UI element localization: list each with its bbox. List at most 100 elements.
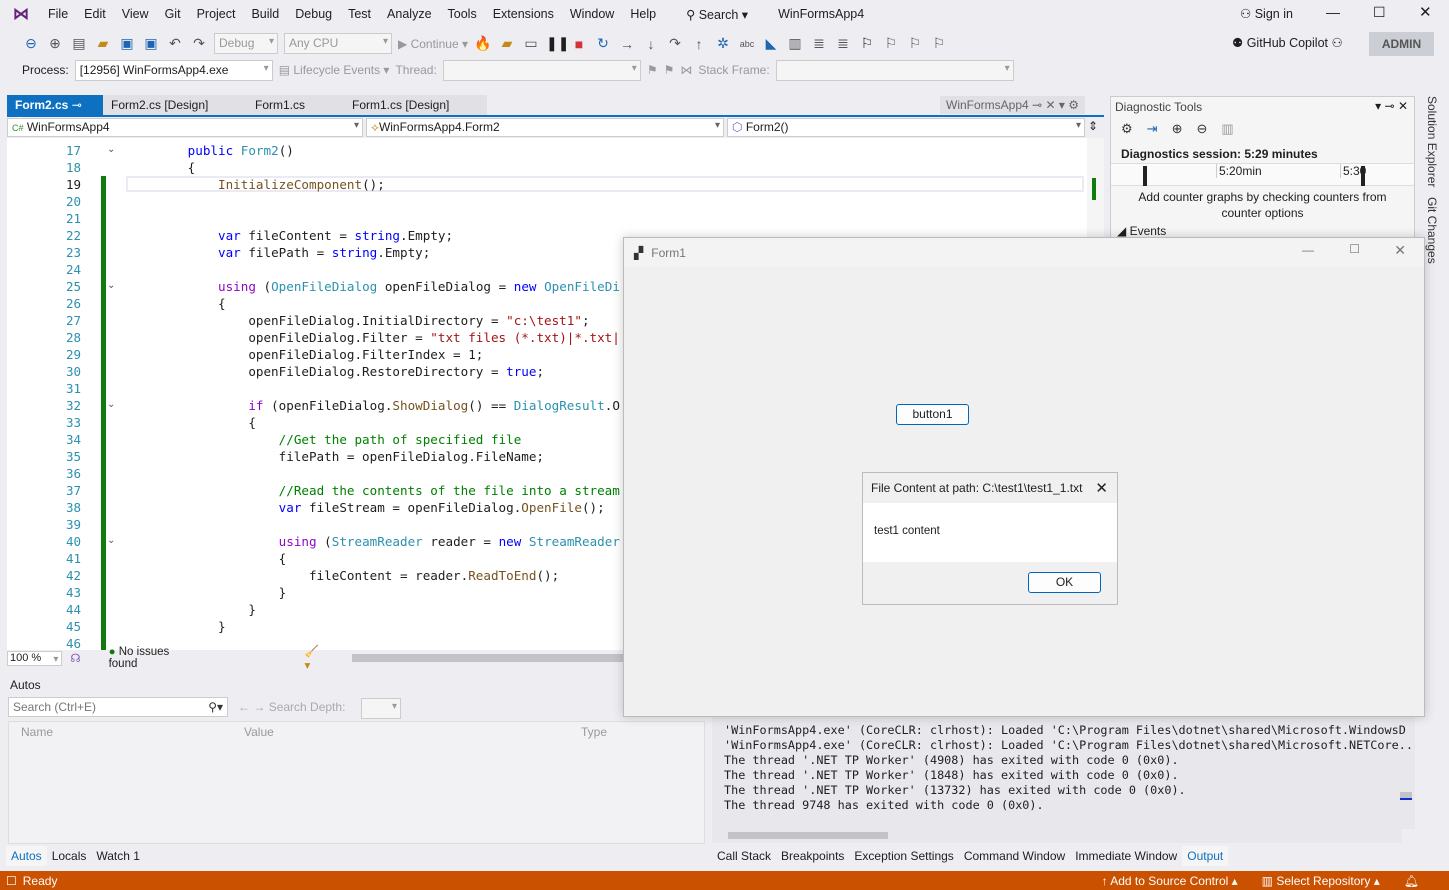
pause-icon[interactable]: ❚❚ bbox=[546, 35, 569, 52]
clear-bookmarks-icon[interactable]: ⚐ bbox=[930, 35, 948, 52]
zoom-out-icon[interactable]: ⊖ bbox=[1196, 121, 1207, 137]
bookmark-icon[interactable]: ⚐ bbox=[858, 35, 876, 52]
fold-chevron-icon[interactable]: ⌄ bbox=[107, 399, 115, 410]
message-box-close-button[interactable]: ✕ bbox=[1095, 479, 1108, 497]
form1-maximize-button[interactable]: ☐ bbox=[1349, 242, 1360, 256]
code-line[interactable]: { bbox=[127, 414, 256, 431]
tab-call-stack[interactable]: Call Stack bbox=[712, 846, 776, 866]
step-over-icon[interactable]: ↷ bbox=[666, 35, 684, 52]
save-icon[interactable]: ▣ bbox=[118, 35, 136, 52]
editor-horizontal-scrollbar[interactable] bbox=[351, 654, 627, 662]
uncomment-icon[interactable]: ≣ bbox=[834, 35, 852, 52]
tab-immediate-window[interactable]: Immediate Window bbox=[1070, 846, 1182, 866]
code-map-icon[interactable]: ▥ bbox=[786, 35, 804, 52]
tab-output[interactable]: Output bbox=[1182, 846, 1229, 866]
gear-icon[interactable]: ⚙ bbox=[1121, 121, 1133, 137]
stop-icon[interactable]: ■ bbox=[570, 36, 588, 52]
code-line[interactable]: openFileDialog.Filter = "txt files (*.tx… bbox=[127, 329, 620, 346]
fold-chevron-icon[interactable]: ⌄ bbox=[107, 535, 115, 546]
lifecycle-events-button[interactable]: ▤ Lifecycle Events ▾ bbox=[279, 63, 390, 77]
column-name[interactable]: Name bbox=[21, 725, 53, 739]
menu-window[interactable]: Window bbox=[562, 7, 622, 21]
zoom-select[interactable]: 100 % bbox=[7, 650, 63, 666]
tab-form1-cs[interactable]: Form1.cs bbox=[247, 95, 344, 115]
add-source-control-button[interactable]: ↑ Add to Source Control ▴ bbox=[1102, 874, 1238, 888]
member-nav-select[interactable]: ⬡ Form2() bbox=[727, 118, 1085, 137]
code-line[interactable]: openFileDialog.FilterIndex = 1; bbox=[127, 346, 483, 363]
zoom-in-icon[interactable]: ⊕ bbox=[1172, 121, 1183, 137]
admin-badge[interactable]: ADMIN bbox=[1369, 32, 1434, 56]
search-button[interactable]: ⚲ Search ▾ bbox=[678, 7, 756, 22]
timeline-start-handle[interactable] bbox=[1143, 166, 1147, 186]
code-line[interactable]: filePath = openFileDialog.FileName; bbox=[127, 448, 544, 465]
output-vertical-scrollbar[interactable] bbox=[1398, 722, 1414, 826]
window-layout-icon[interactable]: ▭ bbox=[522, 35, 540, 52]
continue-button[interactable]: ▶ Continue ▾ bbox=[398, 37, 468, 51]
close-button[interactable]: ✕ bbox=[1419, 3, 1432, 21]
stack-frame-icon[interactable]: ⋈ bbox=[680, 63, 692, 77]
split-icon[interactable]: ⇕ bbox=[1088, 119, 1098, 133]
output-horizontal-scrollbar[interactable] bbox=[712, 829, 1402, 843]
redo-icon[interactable]: ↷ bbox=[190, 35, 208, 52]
comment-icon[interactable]: ≣ bbox=[810, 35, 828, 52]
git-changes-tab[interactable]: Git Changes bbox=[1425, 197, 1439, 264]
maximize-button[interactable]: ☐ bbox=[1373, 4, 1386, 21]
menu-edit[interactable]: Edit bbox=[76, 7, 114, 21]
tab-locals[interactable]: Locals bbox=[47, 846, 92, 866]
tab-breakpoints[interactable]: Breakpoints bbox=[776, 846, 849, 866]
hex-display-icon[interactable]: ✲ bbox=[714, 35, 732, 52]
code-line[interactable]: using (StreamReader reader = new StreamR… bbox=[127, 533, 620, 550]
close-icon[interactable]: ✕ bbox=[1398, 99, 1408, 113]
button1[interactable]: button1 bbox=[896, 404, 969, 425]
menu-git[interactable]: Git bbox=[157, 7, 189, 21]
solution-explorer-tab[interactable]: Solution Explorer bbox=[1425, 96, 1439, 187]
class-nav-select[interactable]: ⟡WinFormsApp4.Form2 bbox=[366, 118, 724, 137]
project-tab[interactable]: WinFormsApp4 ⊸ ✕ ▾ ⚙ bbox=[940, 96, 1085, 114]
open-folder-icon[interactable]: ▰ bbox=[94, 35, 112, 52]
project-nav-select[interactable]: C# WinFormsApp4 bbox=[7, 118, 363, 137]
new-item-icon[interactable]: ▤ bbox=[70, 35, 88, 52]
code-line[interactable]: InitializeComponent(); bbox=[127, 176, 385, 193]
process-select[interactable]: [12956] WinFormsApp4.exe bbox=[74, 59, 273, 81]
back-icon[interactable]: ⊖ bbox=[22, 35, 40, 52]
show-next-statement-icon[interactable]: → bbox=[618, 36, 636, 52]
code-line[interactable]: var fileContent = string.Empty; bbox=[127, 227, 453, 244]
search-depth-select[interactable] bbox=[361, 698, 401, 719]
stack-frame-select[interactable] bbox=[775, 59, 1014, 81]
step-into-icon[interactable]: ↓ bbox=[642, 36, 660, 52]
issues-indicator[interactable]: ● No issues found bbox=[109, 646, 197, 670]
code-cleanup-icon[interactable]: 🧹▾ bbox=[305, 644, 324, 672]
chart-icon[interactable]: ▥ bbox=[1221, 121, 1233, 137]
autos-search-input[interactable]: Search (Ctrl+E) ⚲▾ bbox=[8, 697, 228, 717]
undo-icon[interactable]: ↶ bbox=[166, 35, 184, 52]
code-line[interactable]: openFileDialog.InitialDirectory = "c:\te… bbox=[127, 312, 589, 329]
sign-in-button[interactable]: ⚇ Sign in bbox=[1240, 6, 1293, 21]
tab-autos[interactable]: Autos bbox=[6, 846, 47, 866]
close-icon[interactable]: ✕ bbox=[1045, 98, 1055, 112]
select-tools-icon[interactable]: ⇥ bbox=[1147, 121, 1158, 137]
menu-file[interactable]: File bbox=[40, 7, 76, 21]
flag-threads-icon[interactable]: ⚑ bbox=[664, 63, 675, 77]
run-to-cursor-icon[interactable]: ◣ bbox=[762, 35, 780, 52]
fold-chevron-icon[interactable]: ⌄ bbox=[107, 280, 115, 291]
menu-tools[interactable]: Tools bbox=[440, 7, 485, 21]
pin-icon[interactable]: ⊸ bbox=[1032, 98, 1042, 112]
code-line[interactable]: var fileStream = openFileDialog.OpenFile… bbox=[127, 499, 605, 516]
pin-icon[interactable]: ⊸ bbox=[1385, 99, 1395, 113]
code-line[interactable]: if (openFileDialog.ShowDialog() == Dialo… bbox=[127, 397, 620, 414]
code-line[interactable]: using (OpenFileDialog openFileDialog = n… bbox=[127, 278, 620, 295]
hot-reload-icon[interactable]: 🔥 bbox=[474, 35, 492, 52]
tab-form2-design[interactable]: Form2.cs [Design] bbox=[103, 95, 247, 115]
column-value[interactable]: Value bbox=[244, 725, 274, 739]
next-bookmark-icon[interactable]: ⚐ bbox=[906, 35, 924, 52]
menu-view[interactable]: View bbox=[114, 7, 157, 21]
forward-arrow-icon[interactable]: → bbox=[253, 700, 265, 714]
output-window[interactable]: 'WinFormsApp4.exe' (CoreCLR: clrhost): L… bbox=[712, 717, 1415, 829]
select-repository-button[interactable]: ▥ Select Repository ▴ bbox=[1262, 874, 1380, 888]
code-line[interactable]: } bbox=[127, 584, 287, 601]
form1-minimize-button[interactable]: — bbox=[1302, 243, 1314, 257]
code-line[interactable]: { bbox=[127, 159, 196, 176]
prev-bookmark-icon[interactable]: ⚐ bbox=[882, 35, 900, 52]
tab-exception-settings[interactable]: Exception Settings bbox=[849, 846, 958, 866]
step-out-icon[interactable]: ↑ bbox=[690, 36, 708, 52]
